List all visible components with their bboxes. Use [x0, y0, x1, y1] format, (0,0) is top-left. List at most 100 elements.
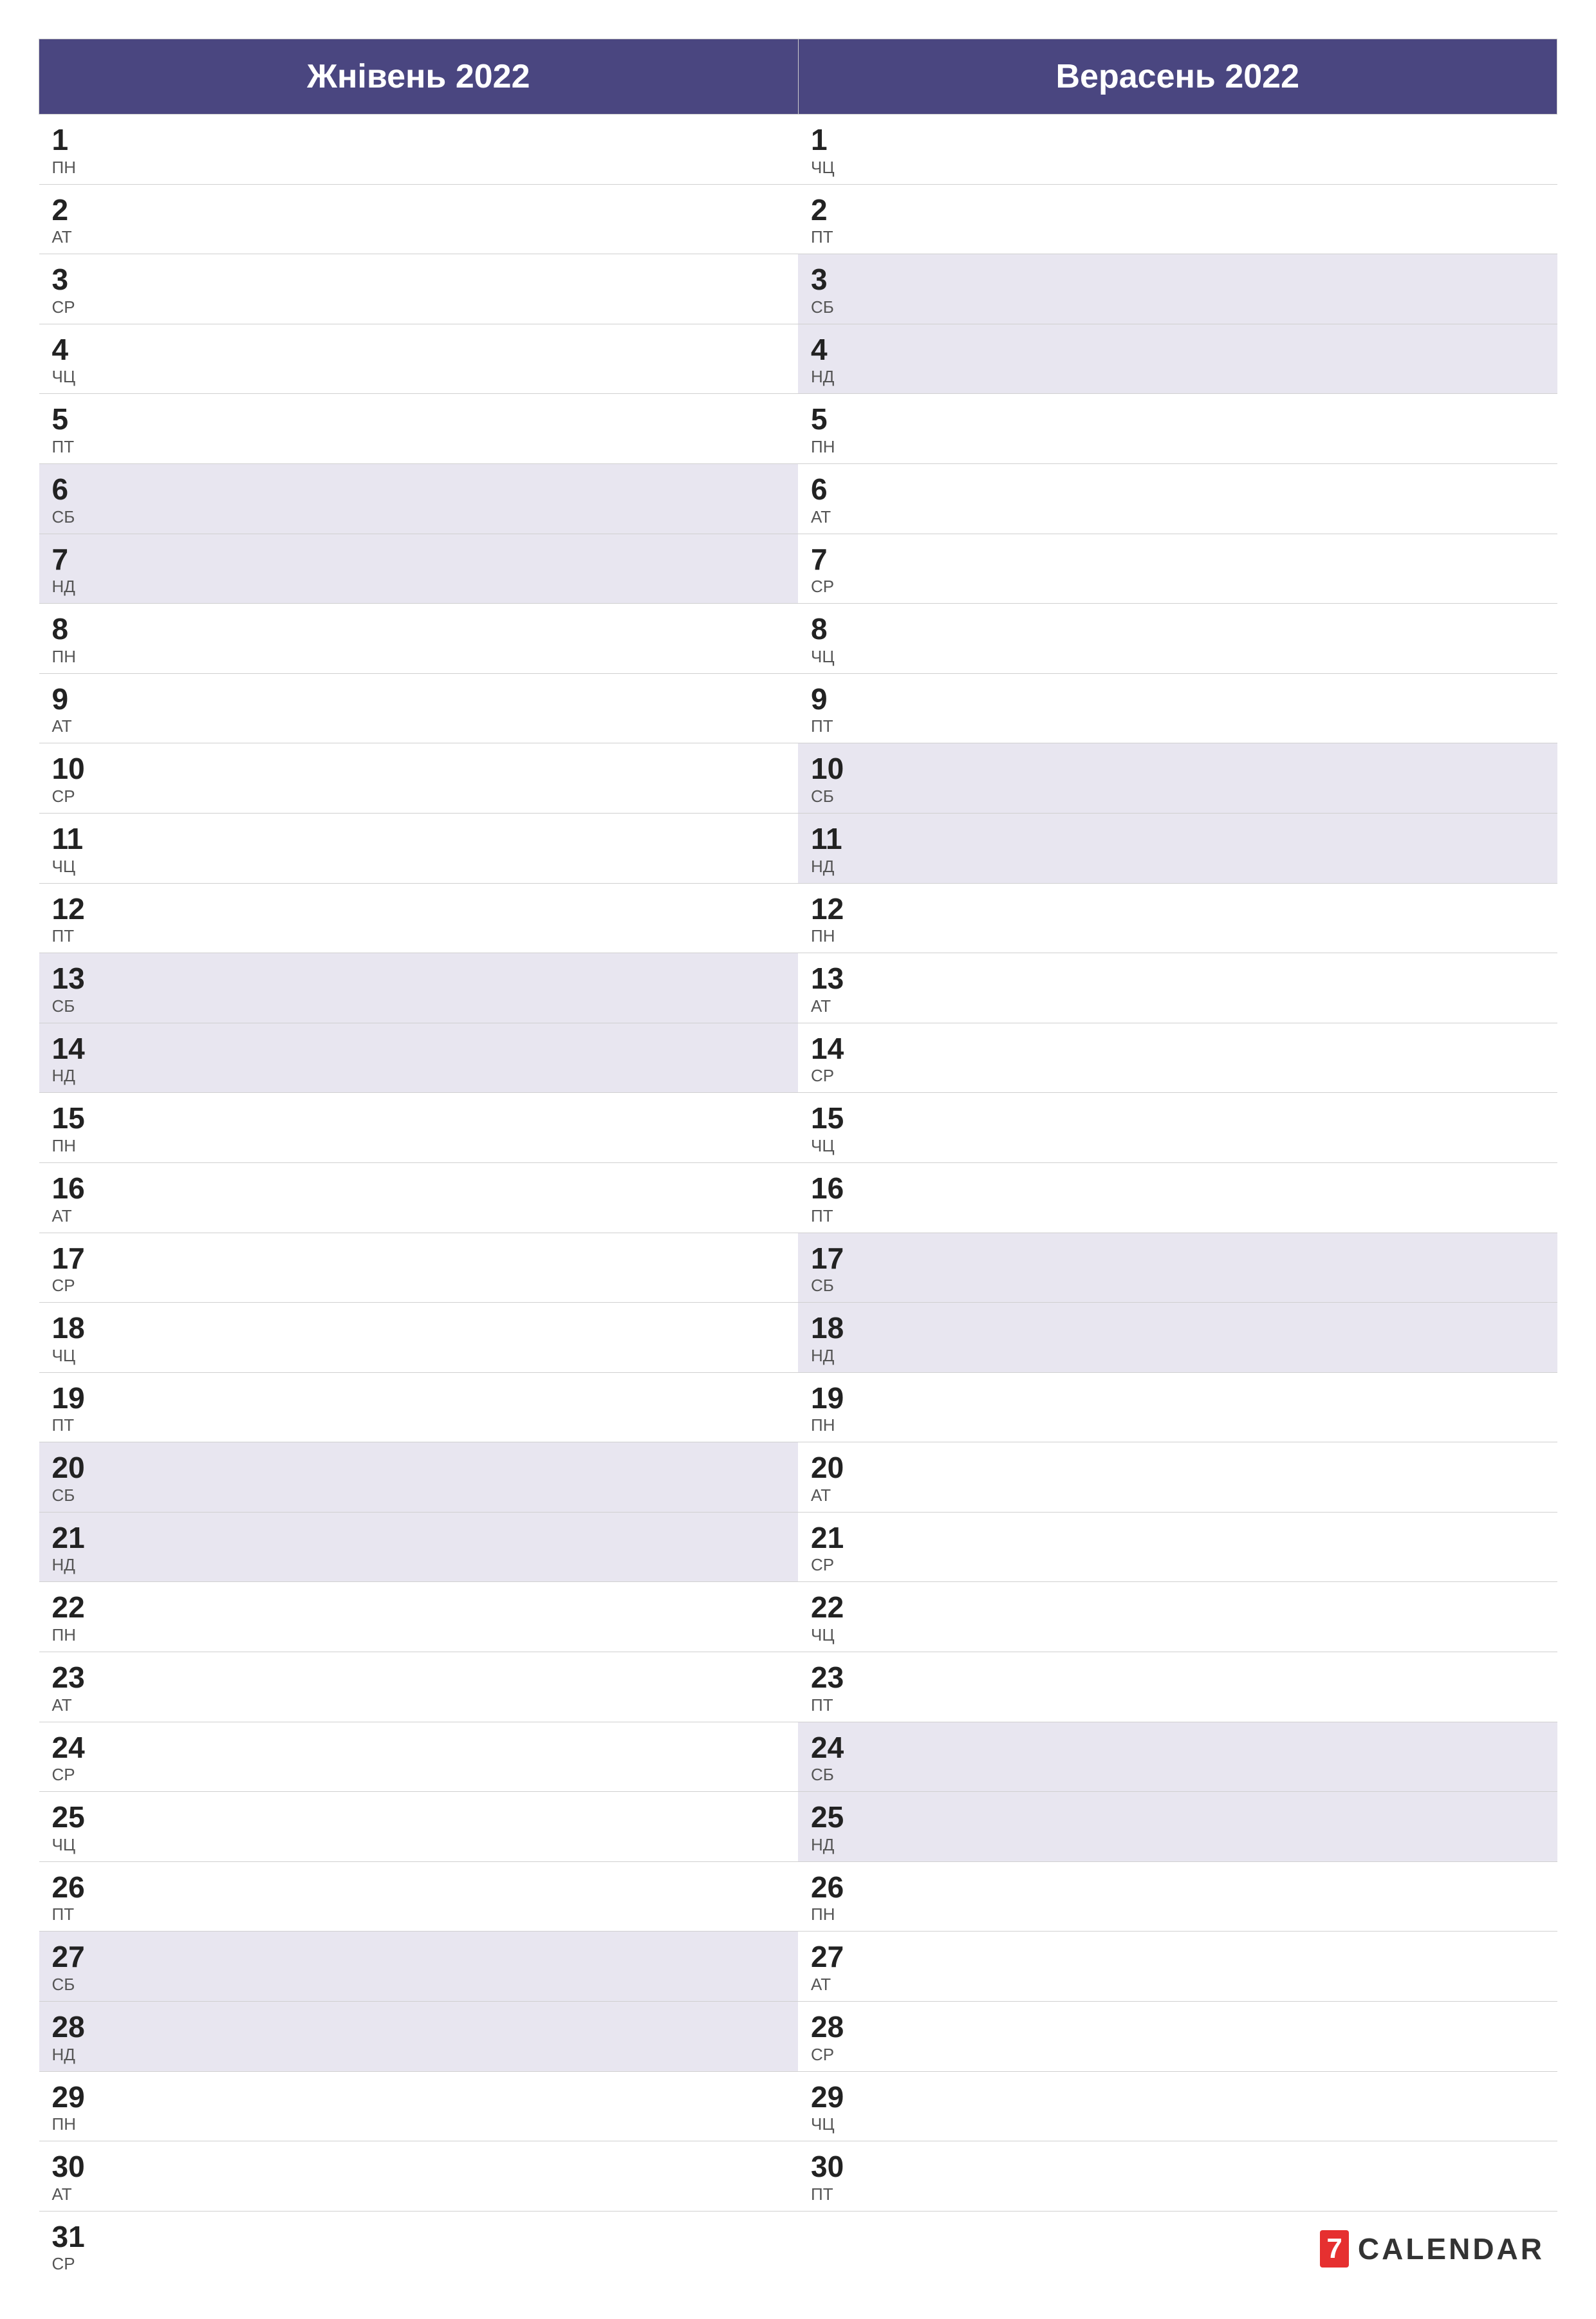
day-number: 20 — [52, 1451, 786, 1484]
day-name: ПН — [52, 2114, 786, 2134]
day-name: СР — [52, 1276, 786, 1296]
table-row: 11ЧЦ11НД — [39, 813, 1557, 883]
day-name: ПТ — [811, 1695, 1545, 1715]
september-day-cell: 30ПТ — [798, 2141, 1557, 2212]
september-day-cell: 26ПН — [798, 1861, 1557, 1932]
day-number: 14 — [52, 1032, 786, 1065]
day-number: 10 — [811, 752, 1545, 785]
table-row: 29ПН29ЧЦ — [39, 2071, 1557, 2141]
day-number: 8 — [52, 613, 786, 646]
august-day-cell: 20СБ — [39, 1442, 799, 1513]
august-day-cell: 1ПН — [39, 115, 799, 185]
september-header: Верасень 2022 — [798, 39, 1557, 115]
day-name: АТ — [811, 1975, 1545, 1995]
table-row: 14НД14СР — [39, 1023, 1557, 1093]
day-number: 11 — [52, 823, 786, 855]
table-row: 9 АТ 9ПТ — [39, 673, 1557, 743]
day-number: 10 — [52, 752, 786, 785]
september-day-cell: 28СР — [798, 2002, 1557, 2072]
day-number: 21 — [52, 1522, 786, 1554]
day-number: 18 — [811, 1312, 1545, 1345]
september-day-cell: 24СБ — [798, 1722, 1557, 1792]
table-row: 7НД7СР — [39, 534, 1557, 604]
day-name: СБ — [811, 1765, 1545, 1785]
september-day-cell: 27АТ — [798, 1932, 1557, 2002]
august-day-cell: 8ПН — [39, 604, 799, 674]
day-number: 6 — [811, 473, 1545, 506]
day-name: АТ — [52, 716, 786, 736]
day-name: СР — [52, 787, 786, 806]
day-name: НД — [811, 367, 1545, 387]
august-day-cell: 29ПН — [39, 2071, 799, 2141]
august-day-cell: 5ПТ — [39, 394, 799, 464]
september-day-cell: 4НД — [798, 324, 1557, 394]
september-day-cell: 8ЧЦ — [798, 604, 1557, 674]
day-name: СР — [52, 1765, 786, 1785]
day-number: 22 — [52, 1591, 786, 1624]
table-row: 20СБ20АТ — [39, 1442, 1557, 1513]
september-day-cell: 21СР — [798, 1512, 1557, 1582]
day-number: 22 — [811, 1591, 1545, 1624]
day-number: 27 — [52, 1941, 786, 1973]
table-row: 4ЧЦ4НД — [39, 324, 1557, 394]
day-number: 24 — [811, 1731, 1545, 1764]
table-row: 30АТ30ПТ — [39, 2141, 1557, 2212]
september-day-cell: 18НД — [798, 1303, 1557, 1373]
august-day-cell: 7НД — [39, 534, 799, 604]
september-day-cell: 23ПТ — [798, 1652, 1557, 1722]
august-day-cell: 21НД — [39, 1512, 799, 1582]
table-row: 1ПН1ЧЦ — [39, 115, 1557, 185]
day-name: АТ — [52, 1695, 786, 1715]
august-day-cell: 13СБ — [39, 953, 799, 1023]
september-day-cell: 7СР — [798, 534, 1557, 604]
day-number: 16 — [52, 1172, 786, 1205]
september-day-cell: 12ПН — [798, 883, 1557, 953]
table-row: 3СР3СБ — [39, 254, 1557, 324]
august-day-cell: 26ПТ — [39, 1861, 799, 1932]
september-day-cell: 15ЧЦ — [798, 1093, 1557, 1163]
day-number: 26 — [811, 1871, 1545, 1904]
august-day-cell: 31СР — [39, 2211, 799, 2280]
day-number: 5 — [52, 403, 786, 436]
day-number: 29 — [52, 2081, 786, 2114]
day-name: НД — [52, 1066, 786, 1086]
table-row: 17СР17СБ — [39, 1233, 1557, 1303]
day-number: 31 — [52, 2221, 786, 2253]
day-name: СБ — [52, 1485, 786, 1505]
day-name: СБ — [52, 996, 786, 1016]
day-number: 11 — [811, 823, 1545, 855]
table-row: 8ПН8ЧЦ — [39, 604, 1557, 674]
day-name: ЧЦ — [52, 367, 786, 387]
day-number: 16 — [811, 1172, 1545, 1205]
day-number: 23 — [811, 1661, 1545, 1694]
day-number: 20 — [811, 1451, 1545, 1484]
august-day-cell: 15ПН — [39, 1093, 799, 1163]
calendar-body: 1ПН1ЧЦ2АТ2ПТ3СР3СБ4ЧЦ4НД5ПТ5ПН6СБ6АТ7НД7… — [39, 115, 1557, 2281]
september-day-cell: 19ПН — [798, 1372, 1557, 1442]
day-number: 4 — [811, 333, 1545, 366]
day-number: 9 — [811, 683, 1545, 716]
august-day-cell: 17СР — [39, 1233, 799, 1303]
august-day-cell: 14НД — [39, 1023, 799, 1093]
table-row: 26ПТ26ПН — [39, 1861, 1557, 1932]
day-number: 3 — [811, 263, 1545, 296]
day-number: 17 — [811, 1242, 1545, 1275]
day-number: 18 — [52, 1312, 786, 1345]
august-day-cell: 16АТ — [39, 1162, 799, 1233]
day-number: 25 — [52, 1801, 786, 1834]
day-name: ЧЦ — [52, 1835, 786, 1855]
day-number: 28 — [811, 2011, 1545, 2044]
table-row: 13СБ13АТ — [39, 953, 1557, 1023]
september-day-cell: 9ПТ — [798, 673, 1557, 743]
august-day-cell: 2АТ — [39, 184, 799, 254]
august-day-cell: 18ЧЦ — [39, 1303, 799, 1373]
day-number: 24 — [52, 1731, 786, 1764]
day-name: ПТ — [811, 2184, 1545, 2204]
table-row: 23 АТ 23ПТ — [39, 1652, 1557, 1722]
day-name: НД — [811, 857, 1545, 877]
day-name: ПТ — [52, 1905, 786, 1924]
august-day-cell: 4ЧЦ — [39, 324, 799, 394]
table-row: 28НД28СР — [39, 2002, 1557, 2072]
august-day-cell: 19ПТ — [39, 1372, 799, 1442]
september-day-cell: 6АТ — [798, 463, 1557, 534]
